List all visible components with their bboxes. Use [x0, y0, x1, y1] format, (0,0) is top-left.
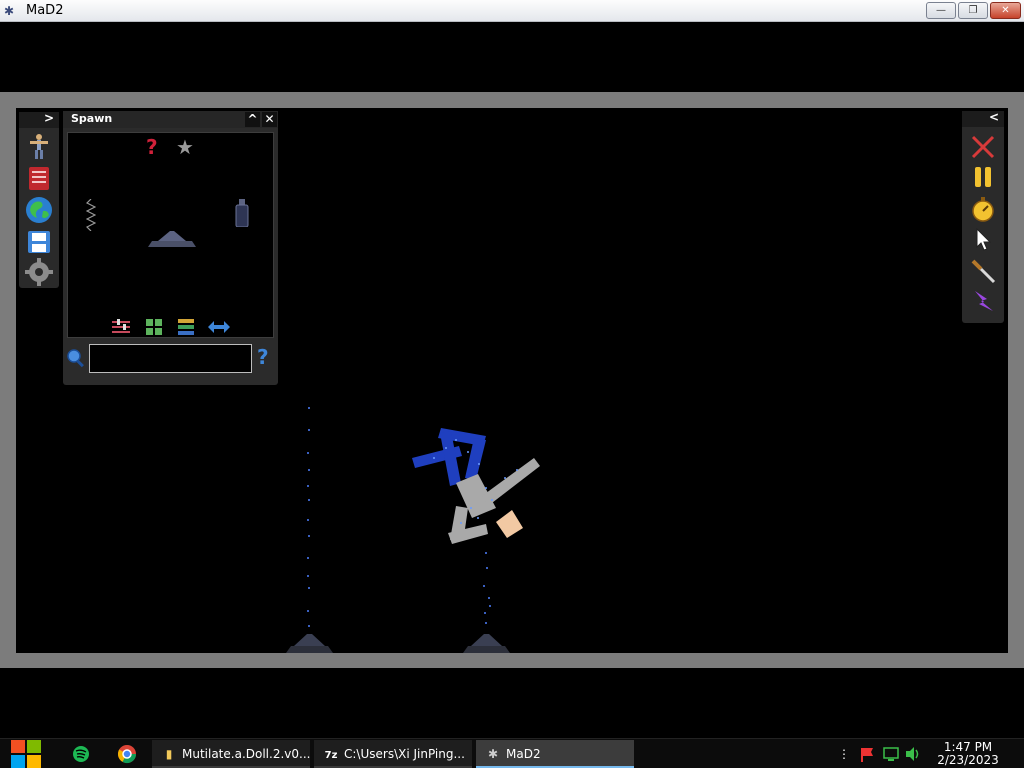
mad2-app-icon: ✱: [4, 4, 15, 18]
collapse-panel-button[interactable]: ^: [245, 112, 260, 127]
taskbar-task-7zip[interactable]: 7z C:\Users\Xi JinPing...: [314, 740, 472, 768]
ragdoll[interactable]: [412, 428, 540, 544]
delete-x-icon[interactable]: [969, 133, 997, 161]
right-toolbar: <: [962, 110, 1004, 323]
volume-icon[interactable]: [904, 740, 922, 768]
start-button[interactable]: [8, 740, 46, 768]
launcher-pad-left[interactable]: [286, 634, 333, 653]
stopwatch-icon[interactable]: [969, 195, 997, 223]
spawn-panel-header[interactable]: Spawn ^ ✕: [63, 111, 278, 128]
expand-arrow-icon[interactable]: >: [44, 111, 54, 125]
close-panel-button[interactable]: ✕: [262, 112, 277, 127]
mad2-app-icon: ✱: [487, 747, 499, 761]
search-icon: [67, 349, 84, 368]
show-hidden-icons-icon[interactable]: ⋮: [838, 740, 848, 768]
minimize-button[interactable]: —: [926, 2, 956, 19]
cursor-icon[interactable]: [969, 225, 997, 253]
list-view-icon[interactable]: [178, 319, 194, 335]
taskbar: ▮ Mutilate.a.Doll.2.v0... 7z C:\Users\Xi J…: [0, 738, 1024, 768]
spawn-panel: Spawn ^ ✕ ? ★ ?: [63, 111, 278, 385]
random-question-icon[interactable]: ?: [146, 135, 158, 159]
title-bar[interactable]: ✱ MaD2 — ❐ ✕: [0, 0, 1024, 22]
spotify-icon[interactable]: [70, 740, 92, 768]
taskbar-task-mad2[interactable]: ✱ MaD2: [476, 740, 634, 768]
book-icon[interactable]: [25, 164, 53, 192]
knife-icon[interactable]: [969, 257, 997, 285]
globe-icon[interactable]: [25, 196, 53, 224]
collapse-arrow-icon[interactable]: <: [989, 110, 999, 124]
task-label: MaD2: [506, 747, 541, 761]
7zip-icon: 7z: [324, 750, 338, 761]
taskbar-task-folder[interactable]: ▮ Mutilate.a.Doll.2.v0...: [152, 740, 310, 768]
right-toolbar-header: <: [962, 110, 1004, 127]
ragdoll-icon[interactable]: [25, 132, 53, 160]
action-center-flag-icon[interactable]: [858, 740, 876, 768]
windows-logo-icon: [11, 740, 41, 768]
launcher-pad-right[interactable]: [463, 634, 510, 653]
help-icon[interactable]: ?: [257, 345, 269, 369]
bottle-icon[interactable]: [234, 199, 250, 227]
grid-view-icon[interactable]: [146, 319, 162, 335]
search-input[interactable]: [89, 344, 252, 373]
system-clock[interactable]: 1:47 PM 2/23/2023: [932, 741, 1004, 767]
lightning-icon[interactable]: [969, 287, 997, 315]
water-particles-right: [483, 552, 491, 624]
window-title: MaD2: [26, 3, 64, 18]
save-icon[interactable]: [25, 228, 53, 256]
spawn-panel-title: Spawn: [71, 112, 113, 125]
close-window-button[interactable]: ✕: [990, 2, 1021, 19]
folder-icon: ▮: [165, 747, 173, 761]
left-toolbar: >: [19, 111, 59, 288]
spawn-item-grid: ? ★: [67, 132, 274, 338]
spring-icon[interactable]: [86, 199, 96, 231]
launcher-pad-icon[interactable]: [148, 225, 196, 247]
clock-date: 2/23/2023: [937, 753, 999, 767]
pause-icon[interactable]: [969, 163, 997, 191]
sliders-icon[interactable]: [112, 319, 130, 335]
maximize-button[interactable]: ❐: [958, 2, 988, 19]
network-icon[interactable]: [882, 740, 900, 768]
water-particles-left: [307, 407, 310, 627]
task-label: C:\Users\Xi JinPing...: [344, 747, 465, 761]
favorites-star-icon[interactable]: ★: [176, 135, 194, 159]
gear-icon[interactable]: [25, 258, 53, 286]
chrome-icon[interactable]: [116, 740, 138, 768]
left-toolbar-header: >: [19, 111, 59, 128]
swap-arrows-icon[interactable]: [208, 320, 230, 334]
app-window: ✱ MaD2 — ❐ ✕ > Spawn ^ ✕ ? ★ ? <: [0, 0, 1024, 738]
task-label: Mutilate.a.Doll.2.v0...: [182, 747, 310, 761]
